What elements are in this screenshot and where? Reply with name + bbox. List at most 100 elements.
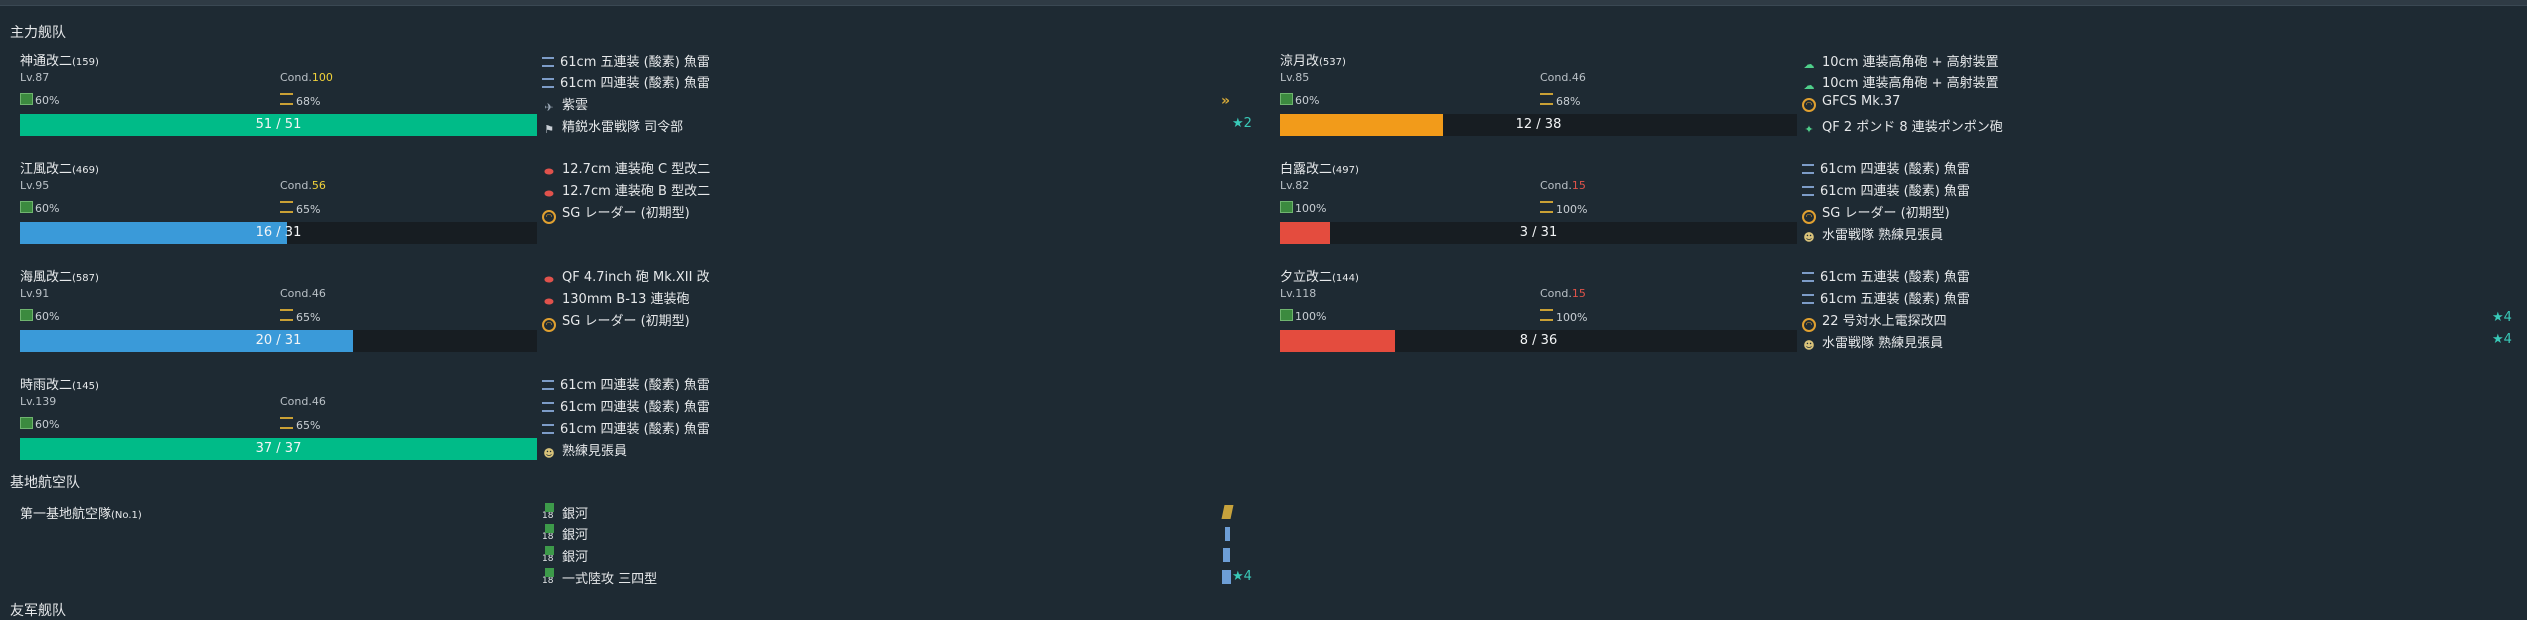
equip-item[interactable]: ◠ SG レーダー (初期型) [1802,202,1950,224]
equip-item[interactable]: 61cm 四連装 (酸素) 魚雷 [542,374,710,394]
proficiency-chevron-icon: » [1221,93,1231,109]
ship-fuel: 100% [1280,309,1326,323]
ship-name: 夕立改二(144) [1280,270,1359,285]
equip-item[interactable]: ✈ 紫雲 [542,94,588,114]
fuel-icon [1280,201,1293,213]
equip-item[interactable]: ✦ QF 2 ポンド 8 連装ポンポン砲 [1802,116,2002,136]
ship-ammo: 100% [1540,201,1587,216]
equip-item[interactable]: 61cm 四連装 (酸素) 魚雷 [542,396,710,416]
equip-item[interactable]: ☁ 10cm 連装高角砲 + 高射装置 [1802,51,1999,71]
fuel-icon [20,201,33,213]
fuel-icon [20,309,33,321]
torpedo-icon [1802,294,1814,304]
ship-condition: Cond.15 [1540,179,1586,192]
ammo-icon [280,93,293,105]
ammo-icon [1540,201,1553,213]
aa-gun-icon: ☁ [1803,79,1815,92]
equip-item[interactable]: ⬬ 12.7cm 連装砲 C 型改二 [542,158,710,178]
section-title-main-fleet: 主力舰队 [10,25,66,41]
improvement-star: ★2 [1232,116,1252,131]
torpedo-icon [1802,186,1814,196]
equip-item[interactable]: ⚑ 精鋭水雷戦隊 司令部 [542,116,683,136]
ship-card[interactable]: 海風改二(587) Lv.91 Cond.46 60% 65% 20 / 31 [20,266,546,366]
ship-level: Lv.82 [1280,179,1310,192]
ship-fuel: 60% [20,201,59,215]
equip-item[interactable]: 61cm 五連装 (酸素) 魚雷 [542,51,710,71]
bomber-icon: 18 [542,568,556,586]
hp-bar: 16 / 31 [20,222,537,244]
equip-item[interactable]: ⬬ 130mm B-13 連装砲 [542,288,689,308]
lookout-icon: ☻ [1803,339,1815,352]
ammo-icon [1540,309,1553,321]
seaplane-icon: ✈ [544,101,554,114]
equip-item[interactable]: ☻ 熟練見張員 [542,440,627,460]
ship-card[interactable]: 涼月改(537) Lv.85 Cond.46 60% 68% 12 / 38 [1280,50,1806,150]
bomber-icon: 18 [542,546,556,564]
fuel-icon [20,417,33,429]
radar-icon: ◠ [542,318,556,332]
torpedo-icon [542,57,554,67]
proficiency-icon [1221,505,1234,519]
lookout-icon: ☻ [1803,231,1815,244]
equip-item[interactable]: 61cm 四連装 (酸素) 魚雷 [542,418,710,438]
ship-condition: Cond.56 [280,179,326,192]
hp-text: 20 / 31 [255,333,302,348]
ammo-icon [280,417,293,429]
section-title-support-fleet: 友军舰队 [10,603,66,619]
ship-condition: Cond.100 [280,71,333,84]
torpedo-icon [542,380,554,390]
air-slot[interactable]: 18 銀河 [542,524,588,544]
equip-item[interactable]: 61cm 四連装 (酸素) 魚雷 [1802,158,1970,178]
equip-item[interactable]: ◠ SG レーダー (初期型) [542,310,690,332]
hp-bar: 12 / 38 [1280,114,1797,136]
ship-name: 江風改二(469) [20,162,99,177]
hp-bar: 8 / 36 [1280,330,1797,352]
gun-icon: ⬬ [544,165,554,178]
proficiency-icon [1223,548,1230,562]
ship-ammo: 68% [280,93,320,108]
ship-level: Lv.85 [1280,71,1310,84]
gun-icon: ⬬ [544,187,554,200]
equip-item[interactable]: 61cm 五連装 (酸素) 魚雷 [1802,288,1970,308]
equip-item[interactable]: 61cm 五連装 (酸素) 魚雷 [1802,266,1970,286]
equip-item[interactable]: ⬬ QF 4.7inch 砲 Mk.XII 改 [542,266,709,286]
equip-item[interactable]: ☻ 水雷戦隊 熟練見張員 [1802,224,1943,244]
ship-card[interactable]: 時雨改二(145) Lv.139 Cond.46 60% 65% 37 / 37 [20,374,546,474]
air-base-name[interactable]: 第一基地航空隊(No.1) [20,503,142,522]
ship-ammo: 65% [280,417,320,432]
ammo-icon [280,309,293,321]
equip-item[interactable]: ⬬ 12.7cm 連装砲 B 型改二 [542,180,710,200]
aa-machine-gun-icon: ✦ [1804,123,1814,136]
equip-item[interactable]: ☻ 水雷戦隊 熟練見張員 [1802,332,1943,352]
gun-icon: ⬬ [544,295,554,308]
air-slot[interactable]: 18 銀河 [542,503,588,523]
ship-condition: Cond.46 [1540,71,1586,84]
ship-card[interactable]: 白露改二(497) Lv.82 Cond.15 100% 100% 3 / 31 [1280,158,1806,258]
ship-card[interactable]: 夕立改二(144) Lv.118 Cond.15 100% 100% 8 / 3… [1280,266,1806,366]
ship-card[interactable]: 神通改二(159) Lv.87 Cond.100 60% 68% 51 / 51 [20,50,546,150]
ship-condition: Cond.15 [1540,287,1586,300]
bomber-icon: 18 [542,524,556,542]
ship-fuel: 60% [20,309,59,323]
equip-item[interactable]: 61cm 四連装 (酸素) 魚雷 [542,72,710,92]
fuel-icon [1280,93,1293,105]
equip-item[interactable]: ◠ GFCS Mk.37 [1802,94,1900,114]
ship-name: 神通改二(159) [20,54,99,69]
improvement-star: ★4 [2492,310,2512,325]
torpedo-icon [1802,272,1814,282]
air-slot[interactable]: 18 銀河 [542,546,588,566]
equip-item[interactable]: ◠ 22 号対水上電探改四 [1802,310,1947,332]
equip-item[interactable]: ◠ SG レーダー (初期型) [542,202,690,224]
proficiency-icon [1222,570,1231,584]
ship-card[interactable]: 江風改二(469) Lv.95 Cond.56 60% 65% 16 / 31 [20,158,546,258]
improvement-star: ★4 [1232,569,1252,584]
radar-icon: ◠ [1802,318,1816,332]
ship-ammo: 65% [280,201,320,216]
aa-gun-icon: ☁ [1803,58,1815,71]
torpedo-icon [542,424,554,434]
equip-item[interactable]: 61cm 四連装 (酸素) 魚雷 [1802,180,1970,200]
equip-item[interactable]: ☁ 10cm 連装高角砲 + 高射装置 [1802,72,1999,92]
hp-text: 51 / 51 [255,117,302,132]
ship-fuel: 60% [1280,93,1319,107]
air-slot[interactable]: 18 一式陸攻 三四型 [542,568,657,588]
